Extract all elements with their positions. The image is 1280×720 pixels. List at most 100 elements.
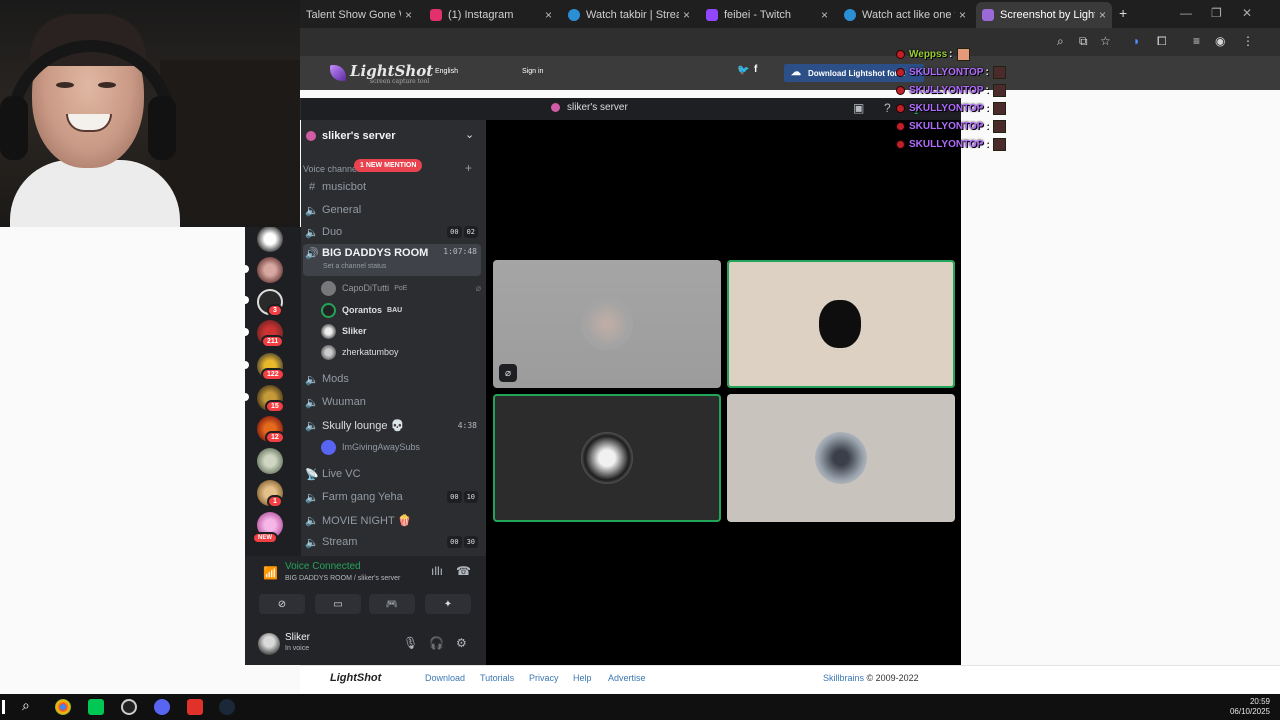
server-avatar[interactable]: [257, 226, 283, 252]
voice-user[interactable]: Qorantos BAU: [321, 300, 481, 320]
speaker-icon: 🔈: [305, 419, 319, 432]
noise-suppression-icon[interactable]: ıllı: [431, 564, 443, 578]
footer-logo[interactable]: LightShot: [330, 672, 381, 684]
camera-button[interactable]: ⊘: [259, 594, 305, 614]
footer-link-download[interactable]: Download: [425, 673, 465, 683]
lightshot-logo[interactable]: LightShot screen capture tool: [350, 62, 433, 85]
footer-link-help[interactable]: Help: [573, 673, 592, 683]
help-icon[interactable]: ?: [884, 101, 891, 115]
signin-link[interactable]: Sign in: [522, 68, 543, 75]
signal-icon[interactable]: 📶: [263, 566, 278, 580]
channel-duo[interactable]: 🔈 Duo 00 02: [303, 221, 481, 243]
zoom-icon[interactable]: ⌕: [1057, 34, 1064, 49]
steam-icon[interactable]: [219, 699, 235, 715]
voice-location[interactable]: BIG DADDYS ROOM / sliker's server: [285, 575, 400, 582]
language-link[interactable]: English: [435, 68, 458, 75]
channel-live-vc[interactable]: 📡 Live VC: [303, 463, 481, 485]
channel-name: Mods: [322, 373, 349, 385]
new-mention-pill[interactable]: 1 NEW MENTION: [354, 159, 423, 172]
username: Sliker: [342, 326, 367, 336]
browser-tab-active[interactable]: Screenshot by Lightshot ×: [976, 2, 1112, 28]
footer-link-privacy[interactable]: Privacy: [529, 673, 559, 683]
server-name[interactable]: sliker's server: [301, 120, 486, 152]
channel-general[interactable]: 🔈 General: [303, 199, 481, 221]
company-link[interactable]: Skillbrains: [823, 673, 864, 683]
search-icon[interactable]: ⌕: [22, 697, 30, 714]
add-channel-icon[interactable]: +: [465, 161, 472, 175]
activities-button[interactable]: 🎮: [369, 594, 415, 614]
avatar[interactable]: [258, 633, 280, 655]
username[interactable]: Sliker: [285, 632, 310, 643]
soundboard-button[interactable]: ✦: [425, 594, 471, 614]
channel-skully-lounge[interactable]: 🔈 Skully lounge 💀 4:38: [303, 414, 481, 436]
profile-icon[interactable]: ◉: [1215, 34, 1225, 48]
copyright: Skillbrains © 2009-2022: [823, 673, 919, 683]
close-icon[interactable]: ×: [683, 8, 690, 22]
footer-link-tutorials[interactable]: Tutorials: [480, 673, 514, 683]
channel-status[interactable]: Set a channel status: [323, 263, 386, 270]
video-tile[interactable]: [493, 394, 721, 522]
unread-indicator: [245, 296, 249, 304]
extensions-puzzle-icon[interactable]: ⧠: [1157, 34, 1167, 49]
menu-dots-icon[interactable]: ⋮: [1242, 34, 1254, 48]
channel-mods[interactable]: 🔈 Mods: [303, 368, 481, 390]
new-tab-button[interactable]: +: [1119, 5, 1127, 21]
footer-link-advertise[interactable]: Advertise: [608, 673, 646, 683]
server-avatar[interactable]: [257, 448, 283, 474]
browser-tab[interactable]: feibei - Twitch ×: [700, 2, 834, 28]
minimize-icon[interactable]: —: [1180, 6, 1192, 20]
channel-musicbot[interactable]: # musicbot: [303, 176, 481, 198]
discord-icon[interactable]: [154, 699, 170, 715]
facebook-icon[interactable]: f: [754, 64, 757, 75]
username: CapoDiTutti: [342, 283, 390, 293]
channel-stream[interactable]: 🔈 Stream 00 30: [303, 531, 481, 553]
system-clock[interactable]: 20:59 06/10/2025: [1230, 697, 1270, 717]
voice-user[interactable]: ImGivingAwaySubs: [321, 437, 481, 457]
bookmark-star-icon[interactable]: ☆: [1100, 34, 1111, 48]
channel-big-daddys-room[interactable]: 🔊 BIG DADDYS ROOM 1:07:48 Set a channel …: [303, 244, 481, 276]
extension-icon[interactable]: ◗: [1133, 34, 1140, 48]
voice-user[interactable]: Sliker: [321, 321, 481, 341]
unread-indicator: [245, 393, 249, 401]
screen-share-button[interactable]: ▭: [315, 594, 361, 614]
browser-tab[interactable]: Watch act like one first | S ×: [838, 2, 972, 28]
channel-farm-gang[interactable]: 🔈 Farm gang Yeha 00 10: [303, 486, 481, 508]
voice-user[interactable]: zherkatumboy: [321, 342, 481, 362]
kick-icon[interactable]: [88, 699, 104, 715]
close-icon[interactable]: ×: [545, 8, 552, 22]
channel-movie-night[interactable]: 🔈 MOVIE NIGHT 🍿: [303, 509, 481, 531]
chat-emote: [992, 83, 1006, 97]
browser-tab[interactable]: (1) Instagram ×: [424, 2, 558, 28]
notification-badge: 12: [265, 431, 285, 444]
disconnect-icon[interactable]: ☎: [456, 564, 471, 578]
chat-message: SKULLYONTOP :: [896, 82, 1006, 98]
obs-icon[interactable]: [121, 699, 137, 715]
username: Qorantos: [342, 305, 383, 315]
browser-tab[interactable]: Talent Show Gone Wrong ×: [300, 2, 418, 28]
close-icon[interactable]: ×: [405, 8, 412, 22]
close-icon[interactable]: ×: [821, 8, 828, 22]
voice-status[interactable]: Voice Connected: [285, 561, 361, 572]
browser-tab[interactable]: Watch takbir | Streamable ×: [562, 2, 696, 28]
headphones-icon[interactable]: 🎧: [429, 636, 444, 650]
user-limit: 00 02: [447, 226, 478, 238]
inbox-icon[interactable]: ▣: [853, 101, 864, 115]
maximize-icon[interactable]: ❐: [1211, 6, 1222, 20]
voice-user[interactable]: CapoDiTutti PoE ⌀: [321, 278, 481, 298]
video-tile[interactable]: [727, 260, 955, 388]
server-avatar[interactable]: [257, 257, 283, 283]
chevron-down-icon[interactable]: ⌄: [465, 128, 474, 141]
window-close-icon[interactable]: ✕: [1242, 6, 1252, 20]
microphone-icon[interactable]: 🎙: [403, 636, 418, 650]
video-tile[interactable]: ⌀: [493, 260, 721, 388]
gear-icon[interactable]: ⚙: [456, 636, 467, 650]
share-icon[interactable]: ⧉: [1079, 34, 1088, 49]
twitter-icon[interactable]: 🐦: [737, 65, 749, 76]
chrome-icon[interactable]: [55, 699, 71, 715]
close-icon[interactable]: ×: [959, 8, 966, 22]
close-icon[interactable]: ×: [1099, 8, 1106, 22]
video-tile[interactable]: [727, 394, 955, 522]
brave-icon[interactable]: [187, 699, 203, 715]
channel-wuuman[interactable]: 🔈 Wuuman: [303, 391, 481, 413]
media-icon[interactable]: ≡: [1193, 34, 1200, 48]
